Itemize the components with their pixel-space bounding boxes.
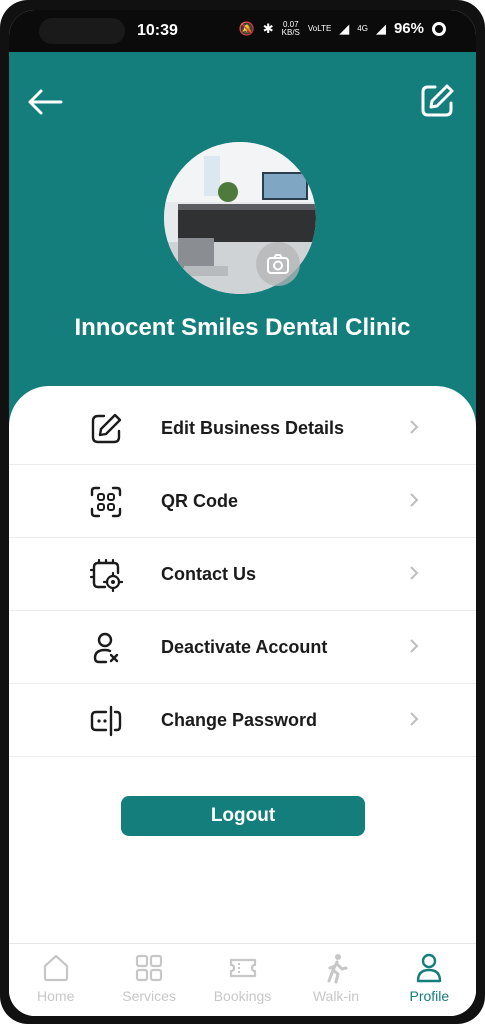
home-icon	[43, 954, 68, 982]
menu-item-label: Contact Us	[161, 564, 257, 584]
menu-item-edit-business-details[interactable]: Edit Business Details	[9, 392, 476, 465]
edit-profile-icon[interactable]	[418, 82, 456, 120]
chevron-right-icon	[410, 420, 419, 434]
edit-square-icon	[91, 413, 122, 444]
menu-list: Edit Business Details QR Code Contact Us…	[9, 392, 476, 757]
user-remove-icon	[93, 632, 119, 664]
menu-item-deactivate-account[interactable]: Deactivate Account	[9, 611, 476, 684]
signal-icon: ◢	[339, 20, 350, 36]
signal-icon-2: ◢	[375, 20, 386, 36]
change-photo-button[interactable]	[256, 242, 300, 286]
chevron-right-icon	[410, 566, 419, 580]
menu-item-label: Edit Business Details	[161, 418, 345, 438]
support-gear-icon	[89, 558, 123, 592]
tab-label: Bookings	[213, 988, 272, 1004]
phone-frame: 10:39 🔕 ✱ 0.07 KB/S VoLTE ◢ 4G ◢ 96% Inn…	[0, 0, 485, 1024]
menu-item-contact-us[interactable]: Contact Us	[9, 538, 476, 611]
qr-code-icon	[90, 486, 122, 518]
status-bar: 10:39 🔕 ✱ 0.07 KB/S VoLTE ◢ 4G ◢ 96%	[9, 10, 476, 52]
status-time: 10:39	[137, 22, 178, 39]
tab-bookings[interactable]: Bookings	[196, 944, 289, 1016]
menu-item-qr-code[interactable]: QR Code	[9, 465, 476, 538]
tab-services[interactable]: Services	[102, 944, 195, 1016]
arrow-left-icon[interactable]	[27, 88, 63, 116]
bluetooth-icon: ✱	[262, 20, 274, 36]
screen: 10:39 🔕 ✱ 0.07 KB/S VoLTE ◢ 4G ◢ 96% Inn…	[9, 10, 476, 1016]
tab-profile[interactable]: Profile	[383, 944, 476, 1016]
profile-header: Innocent Smiles Dental Clinic	[9, 52, 476, 432]
net-speed: 0.07 KB/S	[281, 19, 300, 37]
clinic-name: Innocent Smiles Dental Clinic	[74, 314, 411, 341]
network-type: 4G	[357, 23, 368, 33]
password-icon	[90, 705, 122, 737]
tab-label: Home	[37, 988, 75, 1004]
camera-icon	[267, 254, 289, 274]
tab-label: Services	[122, 988, 176, 1004]
camera-cutout	[39, 18, 125, 44]
menu-card: Edit Business Details QR Code Contact Us…	[9, 386, 476, 1016]
tab-label: Profile	[409, 988, 450, 1004]
tab-home[interactable]: Home	[9, 944, 102, 1016]
status-icons: 🔕 ✱ 0.07 KB/S VoLTE ◢ 4G ◢ 96%	[239, 20, 446, 37]
chevron-right-icon	[410, 712, 419, 726]
tab-walk-in[interactable]: Walk-in	[289, 944, 382, 1016]
tab-label: Walk-in	[312, 988, 359, 1004]
menu-item-change-password[interactable]: Change Password	[9, 684, 476, 757]
ticket-icon	[229, 958, 256, 978]
battery-percent: 96%	[393, 20, 424, 37]
chevron-right-icon	[410, 493, 419, 507]
volte-badge: VoLTE	[307, 23, 332, 33]
menu-item-label: QR Code	[161, 491, 239, 511]
menu-item-label: Change Password	[161, 710, 318, 730]
walking-icon	[327, 954, 348, 984]
menu-item-label: Deactivate Account	[161, 637, 328, 657]
bottom-tab-bar: Home Services Bookings Walk-in Profile	[9, 943, 476, 1016]
mute-icon: 🔕	[238, 20, 255, 36]
battery-icon	[432, 21, 446, 36]
chevron-right-icon	[410, 639, 419, 653]
person-icon	[417, 953, 442, 983]
logout-button[interactable]: Logout	[121, 796, 365, 836]
grid-icon	[136, 954, 163, 982]
